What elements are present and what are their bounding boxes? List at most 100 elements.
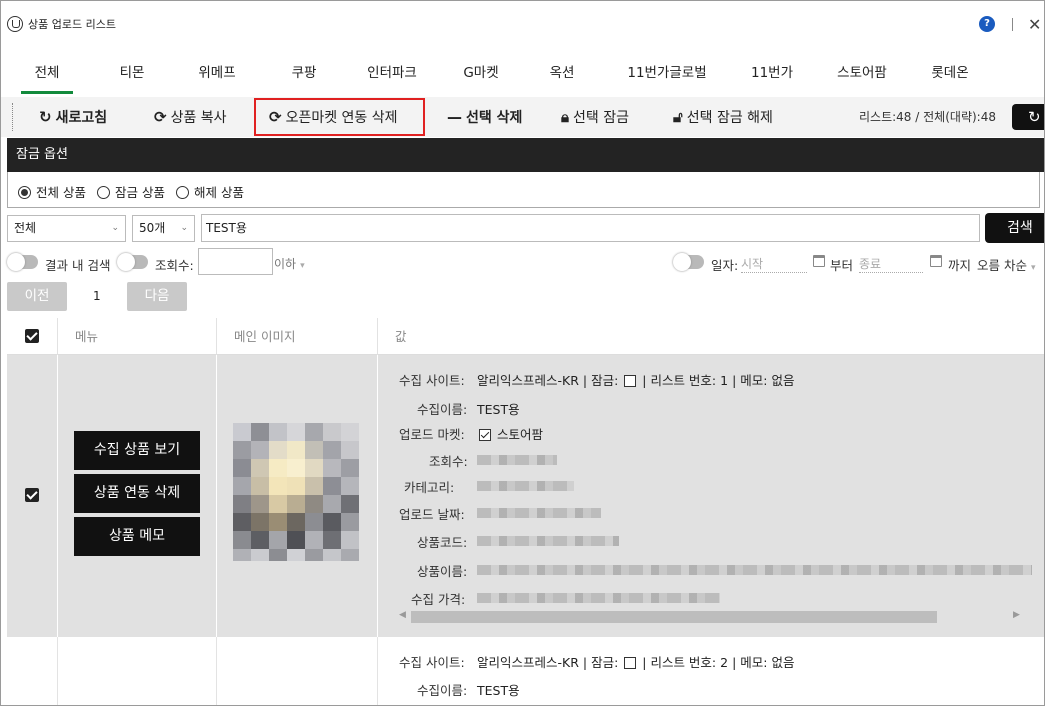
column-divider: [216, 637, 217, 705]
tab-lotteon[interactable]: 롯데온: [920, 57, 980, 89]
lock-label: | 잠금:: [582, 655, 619, 670]
in-result-toggle[interactable]: [7, 253, 38, 271]
calendar-icon[interactable]: [930, 255, 942, 267]
tab-11st-global[interactable]: 11번가글로벌: [617, 57, 717, 89]
tab-coupang[interactable]: 쿠팡: [279, 57, 329, 89]
toolbar-grip: [12, 103, 13, 131]
market-value: 스토어팜: [496, 427, 543, 442]
column-menu: 메뉴: [75, 329, 99, 344]
calendar-icon[interactable]: [813, 255, 825, 267]
sort-select[interactable]: 오름 차순 ▾: [977, 255, 1036, 274]
product-memo-button[interactable]: 상품 메모: [74, 517, 200, 556]
blurred-value: [477, 536, 619, 546]
current-page: 1: [93, 289, 101, 303]
app-window: 상품 업로드 리스트 ? ✕ 전체 티몬 위메프 쿠팡 인터파크 G마켓 옥션 …: [0, 0, 1045, 706]
app-logo-icon: [7, 16, 23, 32]
radio-dot: [18, 186, 31, 199]
date-start-field[interactable]: 시작: [741, 255, 807, 273]
lock-selected-button[interactable]: 🔒︎ 선택 잠금: [561, 97, 629, 137]
radio-locked-products[interactable]: 잠금 상품: [97, 182, 165, 201]
date-end-field[interactable]: 종료: [859, 255, 923, 273]
tab-wemakeprice[interactable]: 위메프: [187, 57, 247, 89]
lock-selected-label: 선택 잠금: [572, 110, 629, 126]
next-page-button[interactable]: 다음: [127, 282, 187, 311]
views-input[interactable]: [198, 248, 273, 275]
close-icon[interactable]: ✕: [1028, 15, 1041, 34]
tab-gmarket[interactable]: G마켓: [452, 57, 510, 89]
scrollbar-thumb[interactable]: [411, 611, 937, 623]
tab-interpark[interactable]: 인터파크: [357, 57, 427, 89]
scroll-right-icon[interactable]: ▶: [1013, 610, 1020, 620]
refresh-button[interactable]: ↻ 새로고침: [39, 97, 107, 137]
radio-all-products[interactable]: 전체 상품: [18, 182, 86, 201]
site-line: 알리익스프레스-KR | 잠금: | 리스트 번호: 2 | 메모: 없음: [477, 652, 794, 671]
lock-checkbox[interactable]: [624, 375, 637, 387]
list-no-value: 2: [720, 655, 729, 670]
tab-11st[interactable]: 11번가: [742, 57, 802, 89]
search-input[interactable]: TEST용: [201, 214, 980, 242]
column-divider: [216, 355, 217, 637]
site-label: 수집 사이트:: [399, 373, 465, 388]
row-checkbox[interactable]: [25, 488, 39, 502]
blurred-value: [477, 481, 574, 491]
chevron-down-icon: ⌄: [180, 223, 188, 233]
market-line: 스토어팜: [477, 424, 543, 443]
table-row[interactable]: 수집 상품 보기 상품 연동 삭제 상품 메모 수집 사이트: 알리익스프레스-…: [7, 355, 1044, 637]
table-row[interactable]: 수집 사이트: 알리익스프레스-KR | 잠금: | 리스트 번호: 2 | 메…: [7, 637, 1044, 705]
prev-page-button[interactable]: 이전: [7, 282, 67, 311]
horizontal-scrollbar[interactable]: ◀ ▶: [399, 608, 1024, 623]
refresh-icon: ↻: [1028, 108, 1041, 126]
blurred-value: [477, 508, 601, 518]
views-toggle[interactable]: [117, 253, 148, 271]
table-header: 메뉴 메인 이미지 값: [7, 318, 1044, 355]
product-code-label: 상품코드:: [417, 535, 468, 550]
column-divider: [57, 318, 58, 355]
delete-selected-button[interactable]: — 선택 삭제: [447, 97, 522, 137]
market-checkbox[interactable]: [479, 429, 491, 441]
radio-unlocked-products[interactable]: 해제 상품: [176, 182, 244, 201]
chevron-down-icon: ⌄: [111, 223, 119, 233]
lock-checkbox[interactable]: [624, 657, 637, 669]
help-icon[interactable]: ?: [979, 16, 995, 32]
blurred-value: [477, 455, 557, 465]
product-link-delete-button[interactable]: 상품 연동 삭제: [74, 474, 200, 513]
count-separator: /: [915, 110, 920, 124]
scope-select[interactable]: 전체 ⌄: [7, 215, 126, 242]
tab-storefarm[interactable]: 스토어팜: [825, 57, 899, 89]
radio-all-label: 전체 상품: [36, 185, 86, 200]
date-toggle[interactable]: [673, 253, 704, 271]
name-value: TEST용: [477, 683, 520, 698]
memo-label: | 메모:: [732, 373, 768, 388]
refresh-list-button[interactable]: ↻: [1012, 104, 1044, 130]
sync-icon: ⟳: [154, 108, 167, 126]
radio-unlocked-label: 해제 상품: [194, 185, 244, 200]
pixelated-image: [233, 423, 359, 561]
product-thumbnail: [233, 423, 359, 561]
site-value: 알리익스프레스-KR: [477, 373, 579, 388]
search-button[interactable]: 검색: [985, 213, 1044, 243]
radio-dot: [176, 186, 189, 199]
tab-tmon[interactable]: 티몬: [107, 57, 157, 89]
view-collected-product-button[interactable]: 수집 상품 보기: [74, 431, 200, 470]
radio-dot: [97, 186, 110, 199]
memo-value: 없음: [771, 373, 795, 388]
copy-product-label: 상품 복사: [170, 110, 227, 126]
page-size-select[interactable]: 50개 ⌄: [132, 215, 195, 242]
views-condition-select[interactable]: 이하 ▾: [274, 255, 305, 272]
select-all-checkbox[interactable]: [25, 329, 39, 343]
copy-product-button[interactable]: ⟳ 상품 복사: [154, 97, 227, 137]
tab-auction[interactable]: 옥션: [537, 57, 587, 89]
blurred-value: [477, 593, 720, 603]
lock-icon: 🔒︎: [561, 108, 569, 126]
scroll-left-icon[interactable]: ◀: [399, 610, 406, 620]
site-label: 수집 사이트:: [399, 655, 465, 670]
tab-all[interactable]: 전체: [21, 57, 73, 94]
from-label: 부터: [830, 258, 854, 273]
lock-options-panel: 전체 상품 잠금 상품 해제 상품: [7, 172, 1040, 208]
sort-value: 오름 차순: [977, 258, 1027, 273]
unlock-selected-button[interactable]: 🔓︎ 선택 잠금 해제: [673, 97, 773, 137]
radio-locked-label: 잠금 상품: [115, 185, 165, 200]
list-no-label: | 리스트 번호:: [642, 373, 717, 388]
upload-date-label: 업로드 날짜:: [399, 507, 465, 522]
column-divider: [57, 637, 58, 705]
